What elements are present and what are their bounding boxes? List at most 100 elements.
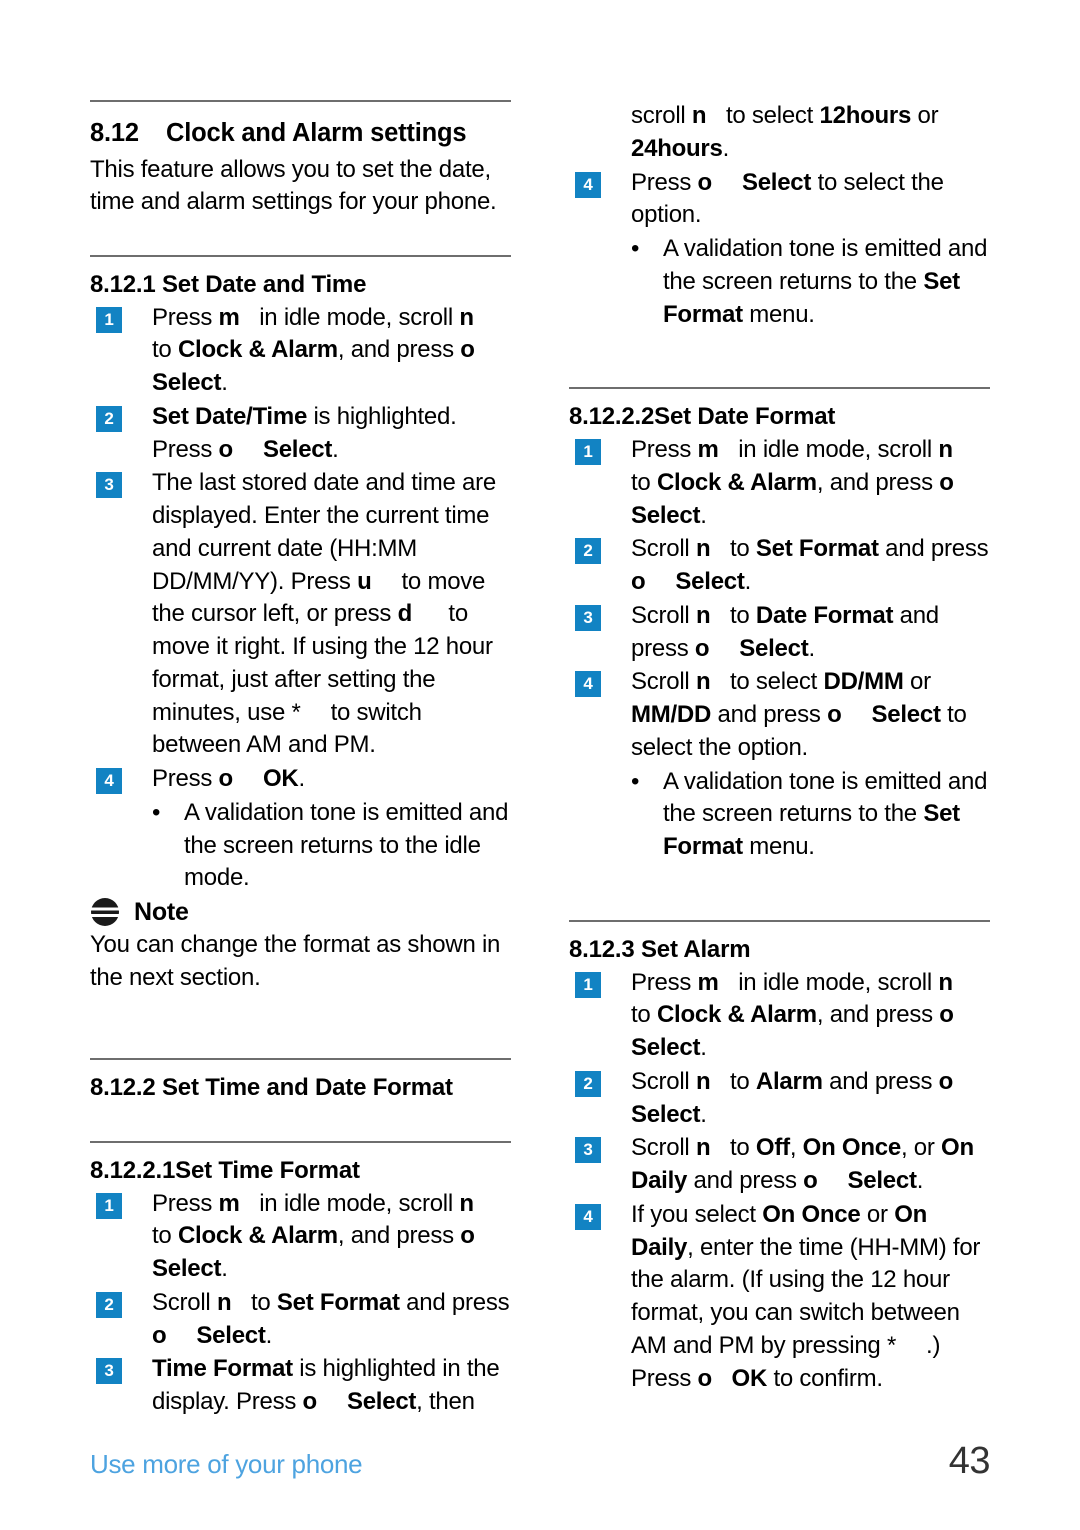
emphasis-text: Date Format — [755, 601, 894, 629]
subsection-title: Set Time and Date Format — [162, 1073, 453, 1101]
emphasis-text: Select — [675, 568, 745, 596]
step-number-badge: 2 — [96, 405, 122, 432]
emphasis-text: m — [697, 968, 719, 996]
emphasis-text: Select — [631, 1034, 701, 1062]
emphasis-text: u — [357, 567, 372, 595]
step-text: Press o OK. — [152, 765, 305, 793]
numbered-step: 1 Press m in idle mode, scroll n to Clock… — [569, 967, 990, 1065]
emphasis-text: o — [697, 1364, 713, 1392]
emphasis-text: n — [695, 601, 711, 629]
section-divider — [90, 1057, 511, 1060]
steps-continuation: 4 Press o Select to select the option. — [569, 167, 990, 233]
subsection-title: Set Date Format — [654, 403, 836, 431]
emphasis-text: o — [218, 765, 234, 793]
numbered-step: 3 Scroll n to Date Format and press o Sele… — [569, 600, 990, 666]
left-column: 8.12 Clock and Alarm settings This featur… — [90, 100, 511, 1419]
step-text: Set Date/Time is highlighted. Press o Sel… — [152, 402, 457, 463]
steps-8-12-2-1: 1 Press m in idle mode, scroll n to Clock… — [90, 1188, 511, 1419]
step-text: Press m in idle mode, scroll n to Clock … — [152, 1189, 475, 1283]
emphasis-text: m — [218, 1189, 240, 1217]
subsection-number: 8.12.1 — [90, 270, 156, 298]
emphasis-text: Select — [152, 369, 222, 397]
step-text: Scroll n to Date Format and press o Selec… — [631, 601, 939, 662]
numbered-step: 2 Scroll n to Alarm and press o Select. — [569, 1066, 990, 1132]
emphasis-text: n — [695, 668, 711, 696]
emphasis-text: Set Format — [663, 267, 960, 328]
emphasis-text: Clock & Alarm — [177, 1222, 338, 1250]
emphasis-text: Alarm — [755, 1067, 823, 1095]
section-divider — [569, 387, 990, 390]
note-title: Note — [134, 897, 189, 926]
step-text: Scroll n to select DD/MM or MM/DD and pr… — [631, 668, 967, 761]
emphasis-text: n — [691, 102, 707, 129]
step-text: Press m in idle mode, scroll n to Clock … — [152, 303, 475, 397]
step-text: Press o Select to select the option. — [631, 168, 944, 229]
two-column-layout: 8.12 Clock and Alarm settings This featur… — [90, 100, 990, 1419]
numbered-step: 3 Scroll n to Off, On Once, or On Daily a… — [569, 1132, 990, 1198]
emphasis-text: Select — [196, 1321, 266, 1349]
bullet-text: A validation tone is emitted and the scr… — [184, 798, 509, 892]
emphasis-text: o — [460, 336, 475, 364]
emphasis-text: Clock & Alarm — [656, 1001, 817, 1029]
emphasis-text: o — [460, 1222, 475, 1250]
manual-page: 8.12 Clock and Alarm settings This featur… — [0, 0, 1080, 1530]
emphasis-text: n — [695, 1134, 711, 1162]
emphasis-text: o — [827, 701, 842, 729]
step-number-badge: 2 — [575, 538, 601, 565]
section-divider — [90, 100, 511, 102]
numbered-step: 2 Set Date/Time is highlighted. Press o Se… — [90, 401, 511, 467]
note-body: You can change the format as shown in th… — [90, 931, 501, 991]
step-number-badge: 1 — [575, 439, 601, 466]
step-text: The last stored date and time are displa… — [152, 469, 496, 759]
emphasis-text: Select — [741, 168, 812, 196]
numbered-step: 4 Press o OK. — [90, 763, 511, 796]
emphasis-text: m — [697, 436, 719, 464]
subsection-title: Set Date and Time — [162, 270, 367, 298]
section-divider — [569, 919, 990, 922]
emphasis-text: Select — [346, 1388, 417, 1416]
section-number: 8.12 — [90, 119, 139, 147]
right-column: scroll n to select 12hours or 24hours. 4… — [569, 100, 990, 1419]
step-text: If you select On Once or On Daily, enter… — [631, 1200, 981, 1392]
emphasis-text: OK — [731, 1364, 768, 1392]
bullet-item: • A validation tone is emitted and the s… — [90, 797, 511, 895]
emphasis-text: Clock & Alarm — [656, 468, 817, 496]
emphasis-text: Set Date/Time — [152, 402, 308, 430]
emphasis-text: Select — [739, 634, 809, 662]
emphasis-text: n — [459, 1189, 474, 1217]
numbered-step: 4 If you select On Once or On Daily, ente… — [569, 1199, 990, 1396]
bullet-dot: • — [631, 767, 640, 795]
heading-8-12-2-2: 8.12.2.2Set Date Format — [569, 403, 990, 432]
emphasis-text: Select — [847, 1167, 917, 1195]
step-number-badge: 4 — [575, 1203, 601, 1230]
emphasis-text: Set Format — [276, 1288, 400, 1316]
emphasis-text: o — [218, 435, 234, 463]
emphasis-text: o — [803, 1167, 818, 1195]
bullet-dot: • — [631, 235, 640, 262]
bullet-item: • A validation tone is emitted and the s… — [569, 766, 990, 864]
bullet-item: • A validation tone is emitted and the s… — [569, 233, 990, 331]
emphasis-text: n — [459, 303, 474, 331]
numbered-step: 2 Scroll n to Set Format and press o Selec… — [90, 1287, 511, 1353]
subsection-title: Set Alarm — [641, 935, 751, 963]
numbered-step: 4 Scroll n to select DD/MM or MM/DD and p… — [569, 666, 990, 764]
step-number-badge: 4 — [575, 671, 601, 698]
emphasis-text: Time Format — [152, 1355, 293, 1383]
step-text: Scroll n to Alarm and press o Select. — [631, 1067, 954, 1128]
continuation-text: scroll n to select 12hours or 24hours. — [631, 102, 939, 162]
emphasis-text: Set Format — [663, 800, 960, 861]
subsection-title: Set Time Format — [175, 1156, 360, 1184]
emphasis-text: n — [695, 535, 711, 563]
bullet-text: A validation tone is emitted and the scr… — [663, 767, 988, 861]
numbered-step: 1 Press m in idle mode, scroll n to Clock… — [569, 434, 990, 532]
note-stripes-icon — [90, 898, 120, 927]
emphasis-text: m — [218, 303, 240, 331]
step-number-badge: 1 — [575, 971, 601, 998]
bullet-dot: • — [152, 798, 161, 826]
step-number-badge: 4 — [575, 171, 601, 198]
step-number-badge: 3 — [96, 1358, 122, 1385]
